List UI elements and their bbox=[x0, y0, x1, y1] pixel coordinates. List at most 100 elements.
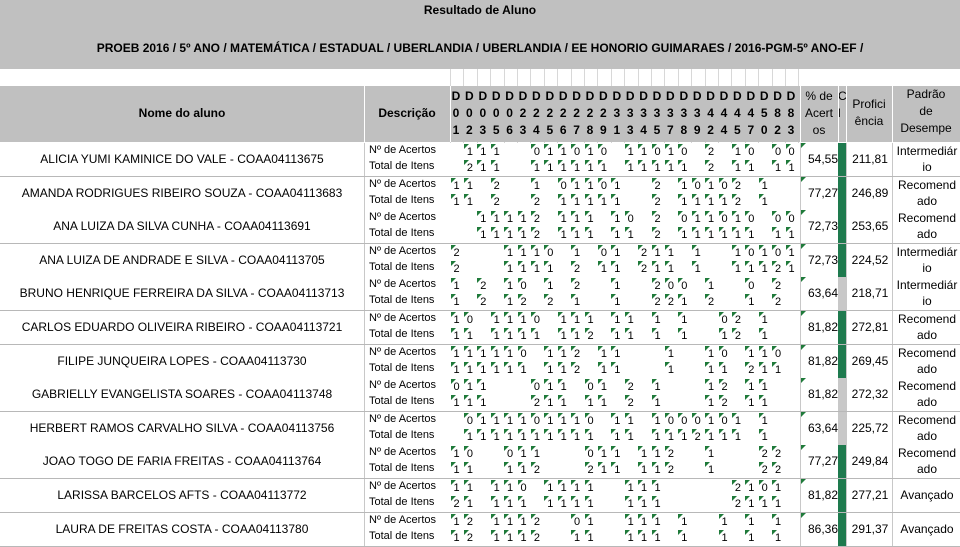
item-total-cell[interactable]: 1 bbox=[624, 529, 637, 546]
item-total-cell[interactable] bbox=[477, 261, 489, 277]
item-acertos-cell[interactable]: 1 bbox=[745, 513, 757, 530]
student-name[interactable]: LAURA DE FREITAS COSTA - COAA04113780 bbox=[0, 522, 364, 536]
item-acertos-cell[interactable]: 1 bbox=[584, 144, 597, 160]
item-acertos-cell[interactable]: 1 bbox=[544, 480, 556, 496]
item-acertos-cell[interactable]: 1 bbox=[651, 446, 664, 462]
item-total-cell[interactable] bbox=[504, 160, 516, 176]
table-row[interactable]: ANA LUIZA DA SILVA CUNHA - COAA04113691 N… bbox=[0, 210, 960, 245]
item-acertos-cell[interactable]: 1 bbox=[450, 480, 463, 496]
column-header-c[interactable]: C l bbox=[838, 88, 846, 122]
item-acertos-cell[interactable]: 1 bbox=[450, 513, 463, 530]
item-acertos-cell[interactable]: 1 bbox=[584, 513, 597, 530]
item-total-cell[interactable]: 1 bbox=[463, 328, 476, 344]
item-acertos-cell[interactable] bbox=[638, 379, 650, 395]
student-name[interactable]: GABRIELLY EVANGELISTA SOARES - COAA04113… bbox=[0, 387, 364, 401]
item-total-cell[interactable] bbox=[665, 496, 677, 512]
item-acertos-cell[interactable]: 0 bbox=[745, 244, 757, 261]
item-acertos-cell[interactable]: 1 bbox=[504, 480, 516, 496]
item-acertos-cell[interactable] bbox=[692, 480, 704, 496]
item-acertos-cell[interactable] bbox=[732, 514, 744, 530]
item-acertos-cell[interactable] bbox=[518, 178, 530, 194]
item-total-cell[interactable]: 1 bbox=[557, 496, 570, 512]
proficiencia-value[interactable]: 269,45 bbox=[846, 344, 893, 378]
item-total-cell[interactable]: 1 bbox=[477, 428, 489, 445]
item-acertos-cell[interactable] bbox=[745, 413, 757, 429]
item-acertos-cell[interactable]: 0 bbox=[597, 244, 610, 261]
padrao-desempenho[interactable]: Intermediár io bbox=[892, 243, 960, 277]
item-total-cell[interactable] bbox=[611, 496, 623, 512]
item-acertos-cell[interactable] bbox=[451, 413, 463, 429]
item-acertos-cell[interactable]: 0 bbox=[664, 412, 677, 429]
proficiencia-value[interactable]: 253,65 bbox=[846, 210, 893, 244]
item-total-cell[interactable]: 1 bbox=[651, 328, 664, 344]
item-total-cell[interactable]: 1 bbox=[597, 462, 610, 478]
item-total-cell[interactable] bbox=[477, 530, 489, 546]
padrao-desempenho[interactable]: Intermediár io bbox=[892, 277, 960, 311]
column-header-item[interactable]: D33 bbox=[624, 88, 636, 139]
item-total-cell[interactable] bbox=[692, 328, 704, 344]
item-total-cell[interactable]: 1 bbox=[504, 462, 516, 478]
item-acertos-cell[interactable]: 1 bbox=[490, 513, 503, 530]
item-total-cell[interactable]: 1 bbox=[651, 529, 664, 546]
item-acertos-cell[interactable] bbox=[786, 514, 798, 530]
item-total-cell[interactable] bbox=[464, 294, 476, 310]
item-acertos-cell[interactable] bbox=[451, 144, 463, 160]
item-acertos-cell[interactable]: 1 bbox=[772, 480, 784, 496]
item-total-cell[interactable]: 2 bbox=[530, 227, 543, 243]
item-acertos-cell[interactable] bbox=[665, 178, 677, 194]
item-acertos-cell[interactable]: 1 bbox=[718, 513, 731, 530]
item-acertos-cell[interactable]: 1 bbox=[611, 177, 623, 194]
item-total-cell[interactable]: 1 bbox=[785, 160, 798, 176]
item-acertos-cell[interactable]: 1 bbox=[651, 379, 664, 395]
item-total-cell[interactable] bbox=[598, 496, 610, 512]
item-total-cell[interactable] bbox=[745, 429, 757, 445]
item-total-cell[interactable]: 2 bbox=[517, 294, 530, 310]
item-acertos-cell[interactable]: 1 bbox=[490, 312, 503, 328]
item-total-cell[interactable]: 1 bbox=[731, 160, 744, 176]
item-total-cell[interactable]: 2 bbox=[530, 462, 543, 478]
item-total-cell[interactable] bbox=[692, 395, 704, 411]
item-total-cell[interactable]: 1 bbox=[504, 227, 516, 243]
item-total-cell[interactable] bbox=[665, 530, 677, 546]
item-acertos-cell[interactable]: 1 bbox=[544, 144, 556, 160]
item-acertos-cell[interactable]: 0 bbox=[450, 379, 463, 395]
item-total-cell[interactable]: 2 bbox=[718, 395, 731, 411]
item-total-cell[interactable]: 2 bbox=[584, 328, 597, 344]
item-acertos-cell[interactable] bbox=[705, 480, 717, 496]
column-header-item[interactable]: D23 bbox=[517, 88, 529, 139]
item-total-cell[interactable] bbox=[692, 530, 704, 546]
item-acertos-cell[interactable] bbox=[585, 278, 597, 294]
item-total-cell[interactable]: 1 bbox=[624, 496, 637, 512]
item-acertos-cell[interactable] bbox=[477, 178, 489, 194]
item-acertos-cell[interactable]: 1 bbox=[597, 446, 610, 462]
percent-correct[interactable]: 54,55 bbox=[800, 143, 839, 176]
item-acertos-cell[interactable]: 1 bbox=[584, 177, 597, 194]
item-acertos-cell[interactable]: 1 bbox=[463, 379, 476, 395]
item-total-cell[interactable] bbox=[477, 496, 489, 512]
item-acertos-cell[interactable]: 0 bbox=[584, 446, 597, 462]
item-acertos-cell[interactable]: 1 bbox=[571, 177, 583, 194]
item-acertos-cell[interactable] bbox=[705, 514, 717, 530]
item-total-cell[interactable]: 1 bbox=[463, 428, 476, 445]
item-total-cell[interactable]: 1 bbox=[731, 428, 744, 445]
item-total-cell[interactable]: 1 bbox=[597, 395, 610, 411]
item-total-cell[interactable]: 1 bbox=[490, 361, 503, 378]
item-acertos-cell[interactable]: 1 bbox=[624, 312, 637, 328]
item-total-cell[interactable] bbox=[504, 395, 516, 411]
item-total-cell[interactable]: 1 bbox=[758, 361, 771, 378]
item-total-cell[interactable] bbox=[638, 227, 650, 243]
item-total-cell[interactable]: 1 bbox=[530, 260, 543, 277]
item-total-cell[interactable]: 1 bbox=[718, 428, 731, 445]
column-header-name[interactable]: Nome do aluno bbox=[0, 106, 364, 120]
item-acertos-cell[interactable]: 0 bbox=[785, 144, 798, 160]
item-total-cell[interactable]: 2 bbox=[450, 496, 463, 512]
item-total-cell[interactable]: 2 bbox=[544, 294, 556, 310]
table-row[interactable]: FILIPE JUNQUEIRA LOPES - COAA04113730 Nº … bbox=[0, 344, 960, 379]
item-total-cell[interactable] bbox=[451, 160, 463, 176]
item-total-cell[interactable] bbox=[745, 194, 757, 210]
item-acertos-cell[interactable]: 1 bbox=[571, 211, 583, 227]
item-total-cell[interactable] bbox=[571, 395, 583, 411]
item-total-cell[interactable] bbox=[652, 362, 664, 378]
item-acertos-cell[interactable] bbox=[598, 413, 610, 429]
padrao-desempenho[interactable]: Avançado bbox=[892, 512, 960, 546]
